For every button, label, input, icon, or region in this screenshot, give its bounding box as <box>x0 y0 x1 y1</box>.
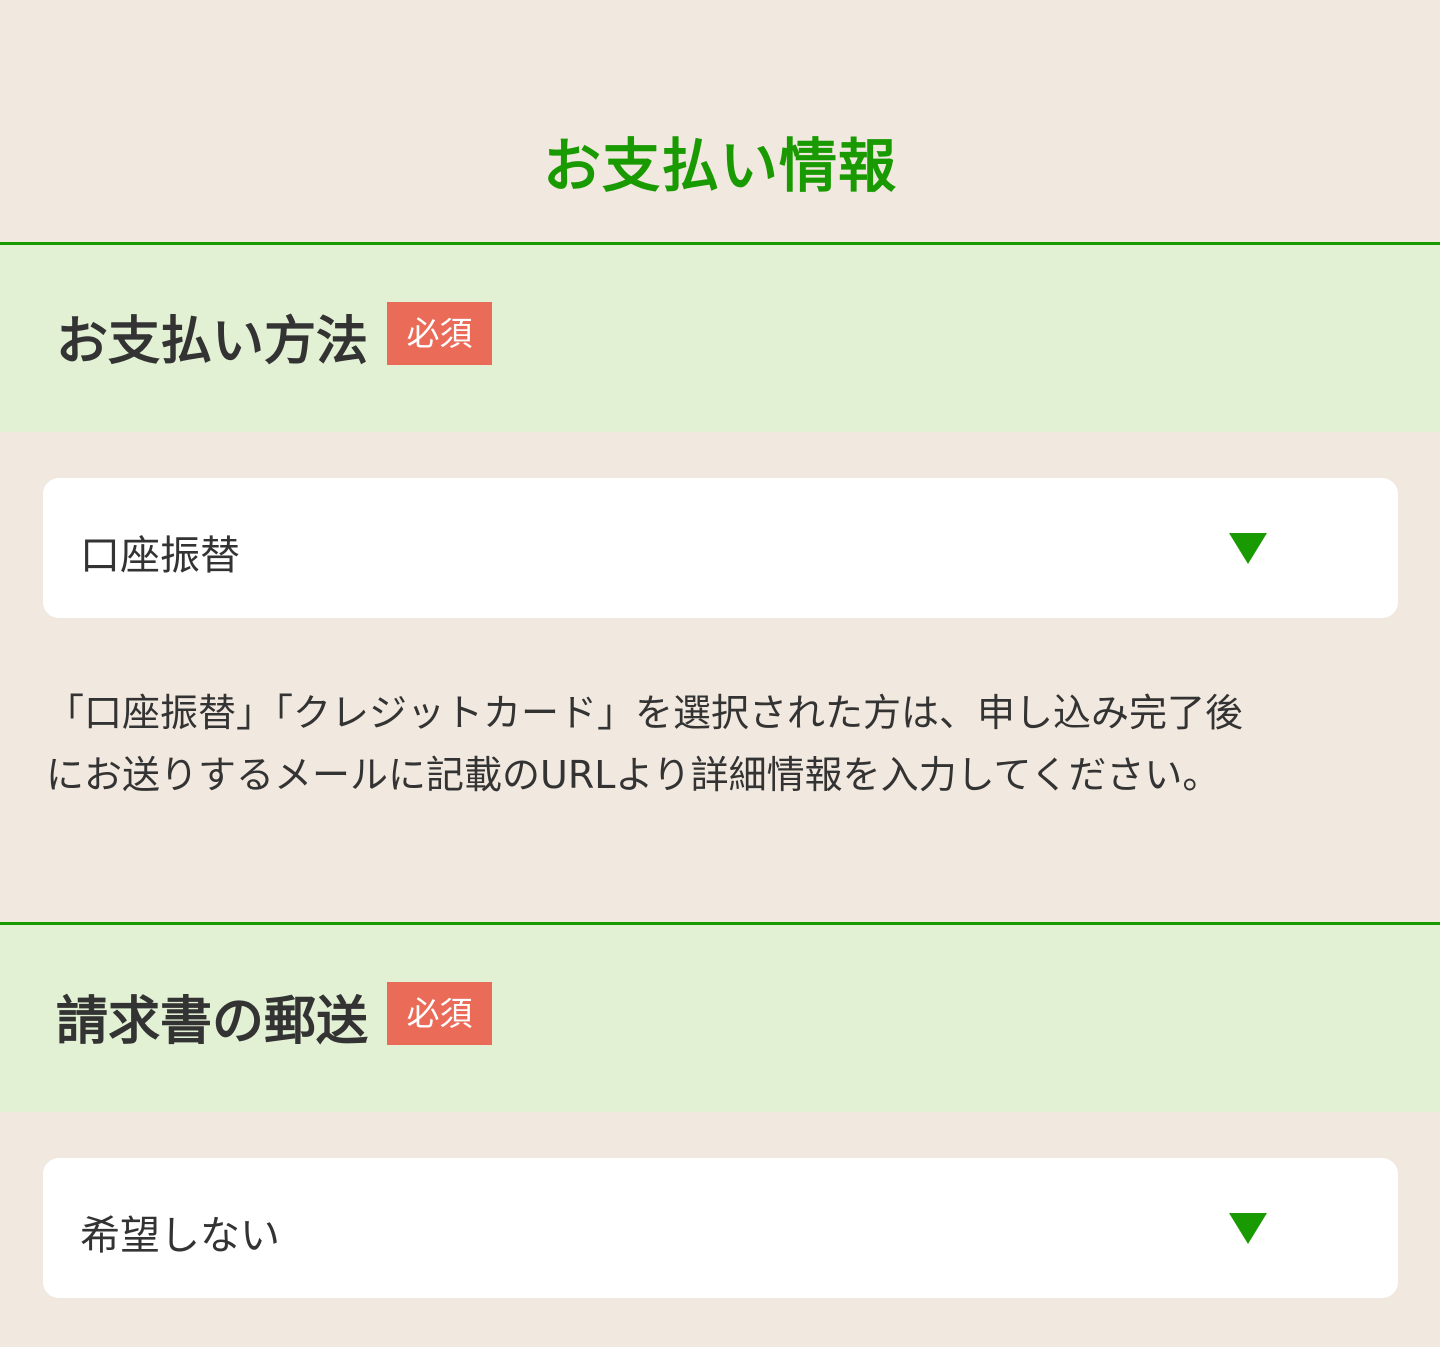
required-badge: 必須 <box>387 302 492 365</box>
payment-method-selected-value: 口座振替 <box>80 533 240 579</box>
caret-down-icon <box>1229 533 1267 564</box>
invoice-mailing-selected-value: 希望しない <box>80 1213 280 1259</box>
invoice-mailing-header: 請求書の郵送 必須 <box>0 922 1440 1112</box>
caret-down-icon <box>1229 1213 1267 1244</box>
payment-method-note: 「口座振替」「クレジットカード」を選択された方は、申し込み完了後 にお送りするメ… <box>46 682 1406 806</box>
payment-method-note-line: 「口座振替」「クレジットカード」を選択された方は、申し込み完了後 <box>46 691 1244 735</box>
payment-method-note-line: にお送りするメールに記載のURLより詳細情報を入力してください。 <box>46 753 1221 797</box>
required-badge: 必須 <box>387 982 492 1045</box>
page-title: お支払い情報 <box>542 132 897 200</box>
invoice-mailing-select[interactable]: 希望しない <box>43 1158 1398 1298</box>
invoice-mailing-label: 請求書の郵送 <box>56 992 369 1052</box>
payment-method-select[interactable]: 口座振替 <box>43 478 1398 618</box>
payment-method-label: お支払い方法 <box>56 312 369 372</box>
payment-method-header: お支払い方法 必須 <box>0 242 1440 432</box>
